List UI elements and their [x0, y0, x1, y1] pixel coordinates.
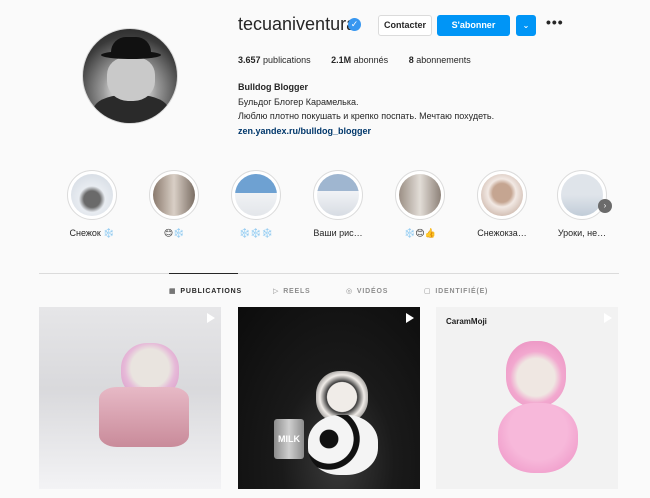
active-tab-indicator [169, 273, 238, 274]
highlight-thumbnail [317, 174, 359, 216]
stat-publications-value: 3.657 [238, 55, 261, 65]
story-highlight[interactable]: Ваши рис… [312, 170, 364, 238]
verified-icon: ✓ [348, 18, 361, 31]
highlight-label: ❄️😊👍 [404, 228, 436, 238]
tab-reels[interactable]: ▷ REELS [273, 287, 311, 295]
grid-icon: ▦ [169, 288, 177, 295]
post-dog-body [308, 415, 378, 475]
follow-button[interactable]: S'abonner [437, 15, 510, 36]
stat-followers-label: abonnés [353, 55, 389, 65]
profile-bio-line1: Бульдог Блогер Карамелька. [238, 97, 359, 107]
post-thumbnail[interactable] [39, 307, 221, 489]
profile-website-link[interactable]: zen.yandex.ru/bulldog_blogger [238, 126, 371, 136]
profile-username: tecuaniventura [238, 14, 357, 34]
video-icon: ◎ [346, 288, 353, 295]
highlight-ring [67, 170, 117, 220]
video-play-icon [207, 313, 215, 323]
story-highlight[interactable]: ❄️❄️❄️ [230, 170, 282, 238]
post-logo: CaramMoji [446, 317, 487, 326]
more-options-icon[interactable]: ••• [546, 14, 564, 30]
story-highlight[interactable]: Снежок ❄️ [66, 170, 118, 238]
post-dog-body [498, 403, 578, 473]
highlight-ring [149, 170, 199, 220]
tabs-divider [39, 273, 619, 274]
stat-following-value: 8 [408, 55, 414, 65]
profile-full-name: Bulldog Blogger [238, 82, 308, 92]
highlight-thumbnail [71, 174, 113, 216]
story-highlight[interactable]: 😊❄️ [148, 170, 200, 238]
stat-followers[interactable]: 2.1M abonnés [331, 55, 388, 65]
chevron-right-icon[interactable]: › [598, 199, 612, 213]
video-play-icon [406, 313, 414, 323]
tab-tagged[interactable]: ▢ IDENTIFIÉ(E) [424, 287, 488, 295]
highlight-label: Уроки, не… [557, 228, 607, 238]
story-highlight[interactable]: Уроки, не… [556, 170, 608, 238]
avatar-face [107, 57, 155, 101]
highlight-label: ❄️❄️❄️ [239, 228, 273, 238]
post-dog-figure [506, 341, 566, 407]
highlight-label: 😊❄️ [163, 228, 185, 238]
highlight-thumbnail [399, 174, 441, 216]
highlight-thumbnail [561, 174, 603, 216]
highlight-thumbnail [235, 174, 277, 216]
reels-icon: ▷ [273, 288, 280, 295]
highlight-ring [395, 170, 445, 220]
story-highlight[interactable]: Снежокза… [476, 170, 528, 238]
post-sled [99, 387, 189, 447]
video-play-icon [604, 313, 612, 323]
tab-label: IDENTIFIÉ(E) [435, 288, 489, 295]
tab-videos[interactable]: ◎ VIDÉOS [346, 287, 388, 295]
tab-publications[interactable]: ▦ PUBLICATIONS [169, 287, 242, 295]
tab-label: REELS [283, 288, 311, 295]
profile-stats: 3.657 publications 2.1M abonnés 8 abonne… [238, 55, 489, 65]
post-thumbnail[interactable]: CaramMoji [436, 307, 618, 489]
post-milk-can: MILK [274, 419, 304, 459]
highlight-label: Ваши рис… [313, 228, 363, 238]
stat-following-label: abonnements [416, 55, 471, 65]
highlight-ring [231, 170, 281, 220]
highlight-label: Снежок ❄️ [69, 228, 115, 238]
tab-label: VIDÉOS [356, 288, 389, 295]
tab-label: PUBLICATIONS [180, 288, 243, 295]
stat-publications-label: publications [263, 55, 311, 65]
stat-followers-value: 2.1M [331, 55, 352, 65]
contact-button[interactable]: Contacter [378, 15, 432, 36]
stat-following[interactable]: 8 abonnements [409, 55, 471, 65]
highlight-label: Снежокза… [477, 228, 527, 238]
highlight-ring [313, 170, 363, 220]
tagged-icon: ▢ [424, 288, 432, 295]
highlight-ring [477, 170, 527, 220]
post-thumbnail[interactable]: MILK [238, 307, 420, 489]
profile-bio-line2: Люблю плотно покушать и крепко поспать. … [238, 111, 495, 121]
highlight-thumbnail [481, 174, 523, 216]
profile-avatar[interactable] [82, 28, 178, 124]
chevron-down-icon[interactable]: ⌄ [516, 15, 536, 36]
highlight-ring [557, 170, 607, 220]
story-highlight[interactable]: ❄️😊👍 [394, 170, 446, 238]
stat-publications: 3.657 publications [238, 55, 311, 65]
avatar-hat [111, 37, 151, 55]
highlight-thumbnail [153, 174, 195, 216]
